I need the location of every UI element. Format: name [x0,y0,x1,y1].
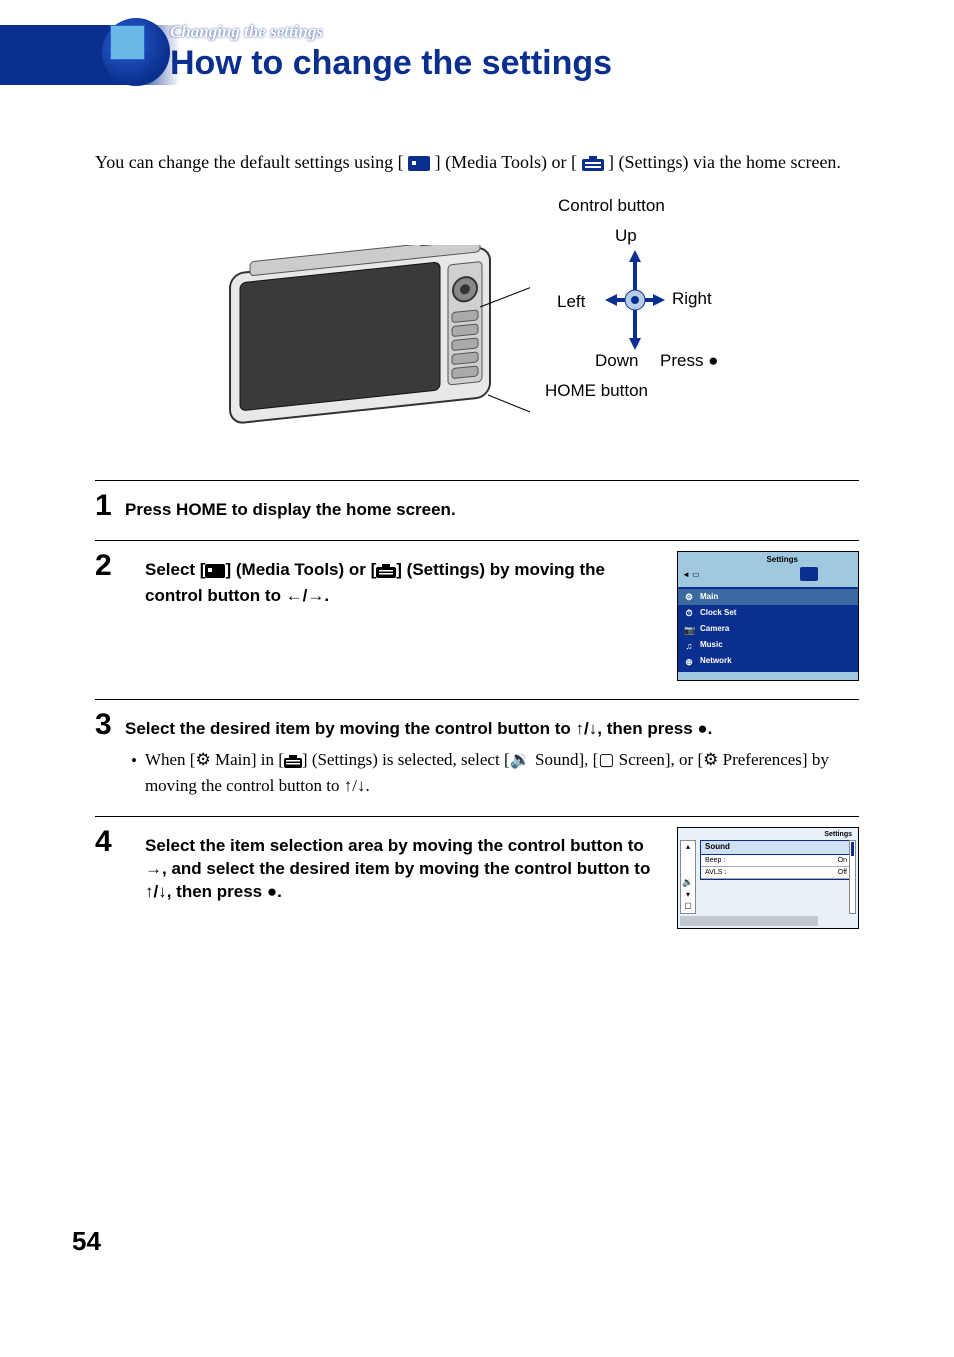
shot2-panel: Sound Beep :On AVLS :Off [700,840,852,881]
shot1-row-clock: ⏱Clock Set [678,605,858,621]
intro-paragraph: You can change the default settings usin… [95,150,859,177]
intro-text-a: You can change the default settings usin… [95,152,404,172]
bullet-icon: • [131,749,137,798]
breadcrumb: Changing the settings [170,22,612,42]
home-button-label: HOME button [545,380,648,403]
step-1-text: Press HOME to display the home screen. [125,491,859,522]
left-label: Left [557,291,585,314]
down-label: Down [595,350,638,373]
shot1-toolbox-icon [800,567,818,581]
shot2-sidebar: ▴ 🔉 ▾▢ [680,840,696,914]
shot2-panel-head: Sound [701,841,851,855]
step-3-body: Select the desired item by moving the co… [125,710,859,798]
divider [95,480,859,481]
shot2-scrollbar [849,840,856,914]
shot1-row-network: ⊕Network [678,654,858,670]
page-header: Changing the settings How to change the … [0,0,954,95]
network-icon: ⊕ [684,656,694,668]
shot1-row-music: ♫Music [678,638,858,654]
step-1: 1 Press HOME to display the home screen. [95,491,859,522]
camera-illustration [220,245,530,445]
shot2-title: Settings [824,830,852,839]
intro-text-c: ] (Settings) via the home screen. [608,152,841,172]
control-cross-icon [605,250,665,350]
step-3-sub: • When [⚙ Main] in [] (Settings) is sele… [131,749,859,798]
divider [95,699,859,700]
down-arrow-icon: ▾▢ [681,889,695,912]
music-icon: ♫ [684,640,694,652]
camera-icon: 📷 [684,624,694,636]
press-label: Press ● [660,350,718,373]
settings-icon [582,153,604,177]
settings-icon [376,562,396,585]
step-4: 4 Select the item selection area by movi… [95,827,859,929]
shot2-row-avls: AVLS :Off [701,867,851,879]
divider [95,816,859,817]
slider-icon: ⚙ [684,591,694,603]
control-button-label: Control button [558,195,665,218]
shot1-row-camera: 📷Camera [678,622,858,638]
header-badge-square [110,25,145,60]
page-title: How to change the settings [170,44,612,83]
settings-menu-screenshot: Settings ◄ ▭ ⚙Main ⏱Clock Set 📷Camera ♫M… [677,551,859,681]
page-number: 54 [72,1226,101,1257]
shot1-title: Settings [766,555,798,566]
step-2-text: Select [] (Media Tools) or [] (Settings)… [145,551,657,608]
step-4-number: 4 [95,827,125,857]
slider-icon: ⚙ [195,750,210,769]
up-arrow-icon: ▴ [681,841,695,853]
up-label: Up [615,225,637,248]
intro-text-b: ] (Media Tools) or [ [435,152,577,172]
step-2-number: 2 [95,551,125,581]
sound-tab-icon: 🔉 [682,876,693,888]
step-3-number: 3 [95,710,125,740]
shot1-row-main: ⚙Main [678,589,858,605]
right-label: Right [672,288,712,311]
shot1-left-arrow-icon: ◄ ▭ [682,570,700,581]
step-1-number: 1 [95,491,125,521]
sound-icon: 🔉 [510,750,531,769]
shot2-bottom-bar [680,916,818,926]
step-2: 2 Select [] (Media Tools) or [] (Setting… [95,551,859,681]
step-3: 3 Select the desired item by moving the … [95,710,859,798]
camera-diagram: Control button Up Left Right Down Press … [95,195,859,455]
sound-settings-screenshot: Settings ▴ 🔉 ▾▢ Sound Beep :On AVLS :Off [677,827,859,929]
settings-icon [284,752,302,775]
media-tools-icon [408,153,430,177]
shot2-row-beep: Beep :On [701,855,851,867]
step-3-text: Select the desired item by moving the co… [125,719,712,738]
media-tools-icon [205,562,225,585]
screen-icon: ▢ [598,750,614,769]
clock-icon: ⏱ [684,607,694,619]
divider [95,540,859,541]
step-4-text: Select the item selection area by moving… [145,827,657,904]
slider-icon: ⚙ [703,750,718,769]
